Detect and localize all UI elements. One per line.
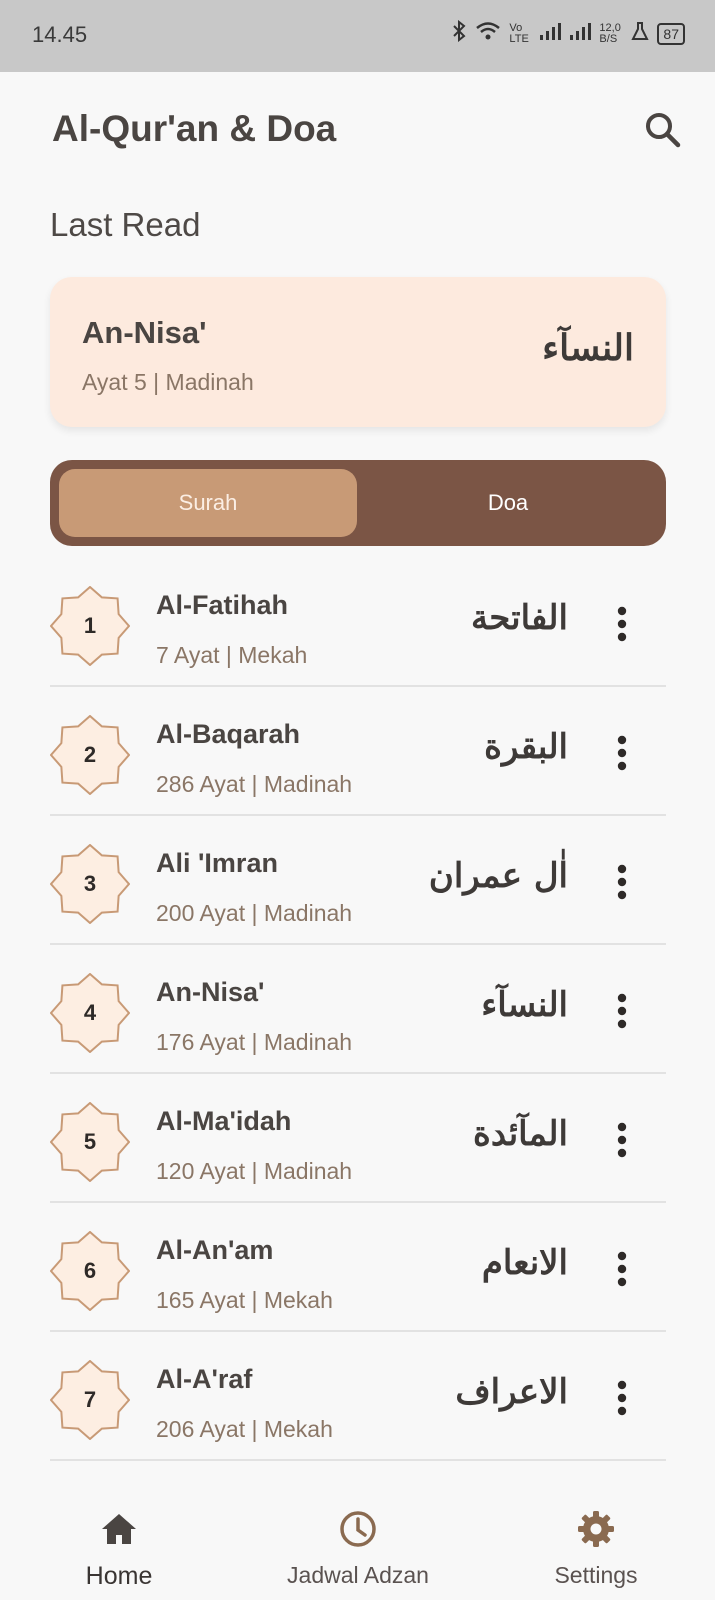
last-read-meta: Ayat 5 | Madinah [82, 369, 254, 395]
surah-arabic-name: الاعراف [455, 1372, 568, 1412]
surah-meta: 286 Ayat | Madinah [156, 771, 353, 797]
search-button[interactable] [643, 110, 683, 150]
surah-arabic-name: الفاتحة [470, 598, 568, 638]
star-badge-icon: 3 [49, 843, 131, 925]
surah-arabic-name: الانعام [481, 1243, 568, 1283]
surah-number: 6 [83, 1258, 97, 1283]
surah-name: Al-Ma'idah [156, 1106, 292, 1136]
surah-meta: 200 Ayat | Madinah [156, 900, 353, 926]
surah-meta: 120 Ayat | Madinah [156, 1158, 353, 1184]
star-badge-icon: 2 [49, 714, 131, 796]
nav-home-label: Home [85, 1562, 153, 1590]
star-badge-icon: 4 [49, 972, 131, 1054]
battery-indicator: 87 [657, 22, 685, 45]
surah-number: 5 [83, 1129, 97, 1154]
signal-icon-2 [569, 21, 592, 46]
status-icons: Vo LTE 12,0 B/S 87 [451, 19, 685, 47]
nav-settings-label: Settings [554, 1562, 638, 1588]
surah-name: Al-A'raf [156, 1364, 253, 1394]
surah-arabic-name: اٰل عمران [428, 856, 568, 896]
signal-icon [539, 21, 562, 46]
surah-row[interactable]: 1 Al-Fatihah 7 Ayat | Mekah الفاتحة [49, 558, 666, 687]
nav-jadwal-adzan[interactable]: Jadwal Adzan [258, 1508, 458, 1589]
search-icon [646, 113, 681, 148]
more-vert-icon[interactable] [616, 993, 628, 1029]
more-vert-icon[interactable] [616, 1251, 628, 1287]
surah-number: 2 [83, 742, 97, 767]
home-icon [102, 1514, 136, 1544]
surah-meta: 176 Ayat | Madinah [156, 1029, 353, 1055]
more-vert-icon[interactable] [616, 1380, 628, 1416]
app-title: Al-Qur'an & Doa [52, 108, 337, 149]
nav-jadwal-adzan-label: Jadwal Adzan [287, 1562, 429, 1588]
app-bar: Al-Qur'an & Doa [0, 72, 715, 184]
tab-bar: Surah Doa [50, 460, 666, 546]
surah-list: 1 Al-Fatihah 7 Ayat | Mekah الفاتحة 2 Al-Baqa… [49, 558, 666, 1461]
surah-row[interactable]: 4 An-Nisa' 176 Ayat | Madinah النسآء [49, 945, 666, 1074]
flask-icon [631, 21, 650, 46]
surah-number: 3 [83, 871, 97, 896]
surah-row[interactable]: 2 Al-Baqarah 286 Ayat | Madinah البقرة [49, 687, 666, 816]
last-read-card[interactable]: An-Nisa' Ayat 5 | Madinah النسآء [50, 277, 666, 427]
surah-arabic-name: المآئدة [473, 1114, 568, 1154]
bottom-navigation: Home Jadwal Adzan Settings [0, 1490, 715, 1600]
more-vert-icon[interactable] [616, 606, 628, 642]
bluetooth-icon [451, 19, 467, 47]
volte-label: Vo LTE [509, 21, 529, 45]
status-time: 14.45 [32, 22, 88, 47]
nav-home[interactable]: Home [19, 1508, 219, 1591]
surah-number: 7 [83, 1387, 97, 1412]
gear-icon [578, 1511, 614, 1547]
surah-name: Ali 'Imran [156, 848, 278, 878]
star-badge-icon: 7 [49, 1359, 131, 1441]
network-speed: 12,0 B/S [599, 21, 621, 45]
surah-meta: 7 Ayat | Mekah [156, 642, 308, 668]
last-read-surah-name: An-Nisa' [82, 315, 207, 350]
surah-name: An-Nisa' [156, 977, 265, 1007]
surah-meta: 206 Ayat | Mekah [156, 1416, 333, 1442]
more-vert-icon[interactable] [616, 1122, 628, 1158]
nav-settings[interactable]: Settings [496, 1508, 696, 1589]
surah-arabic-name: النسآء [481, 985, 568, 1025]
surah-name: Al-Fatihah [156, 590, 288, 620]
wifi-icon [475, 21, 501, 46]
more-vert-icon[interactable] [616, 864, 628, 900]
status-bar: 14.45 Vo LTE 12,0 B/S 87 [0, 0, 715, 72]
surah-number: 1 [83, 613, 97, 638]
surah-row[interactable]: 3 Ali 'Imran 200 Ayat | Madinah اٰل عمران [49, 816, 666, 945]
more-vert-icon[interactable] [616, 735, 628, 771]
last-read-heading: Last Read [50, 206, 201, 243]
surah-meta: 165 Ayat | Mekah [156, 1287, 333, 1313]
tab-doa[interactable]: Doa [359, 469, 657, 537]
surah-row[interactable]: 6 Al-An'am 165 Ayat | Mekah الانعام [49, 1203, 666, 1332]
surah-row[interactable]: 5 Al-Ma'idah 120 Ayat | Madinah المآئدة [49, 1074, 666, 1203]
surah-name: Al-Baqarah [156, 719, 301, 749]
surah-arabic-name: البقرة [484, 727, 568, 767]
surah-name: Al-An'am [156, 1235, 274, 1265]
last-read-arabic: النسآء [542, 327, 634, 369]
surah-number: 4 [83, 1000, 97, 1025]
star-badge-icon: 1 [49, 585, 131, 667]
clock-icon [340, 1511, 376, 1547]
tab-surah[interactable]: Surah [59, 469, 357, 537]
surah-row[interactable]: 7 Al-A'raf 206 Ayat | Mekah الاعراف [49, 1332, 666, 1461]
star-badge-icon: 5 [49, 1101, 131, 1183]
star-badge-icon: 6 [49, 1230, 131, 1312]
